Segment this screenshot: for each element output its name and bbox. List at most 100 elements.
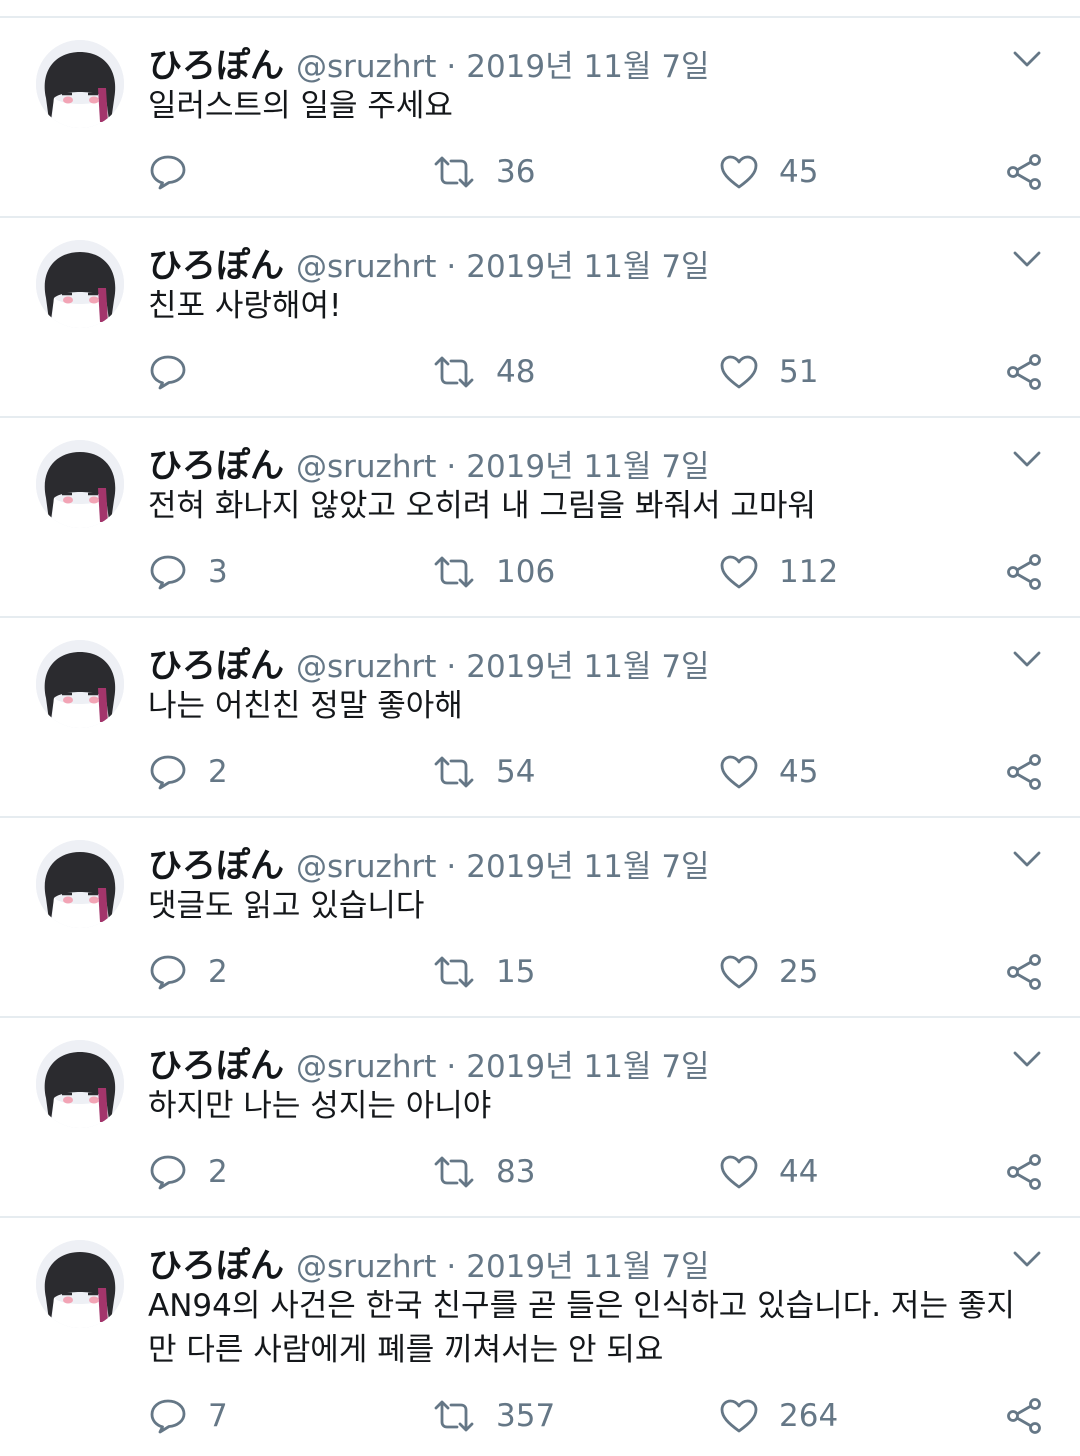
heart-icon — [719, 1152, 759, 1192]
tweet-header: ひろぽん @sruzhrt · 2019년 11월 7일 — [148, 438, 1000, 487]
share-icon — [1004, 952, 1044, 992]
user-handle[interactable]: @sruzhrt — [296, 849, 436, 885]
heart-icon — [719, 752, 759, 792]
avatar[interactable] — [36, 240, 124, 328]
tweet[interactable]: ひろぽん @sruzhrt · 2019년 11월 7일 AN94의 사건은 한… — [0, 1218, 1080, 1456]
retweet-button[interactable]: 106 — [432, 548, 555, 596]
chevron-down-icon[interactable] — [1012, 48, 1042, 70]
avatar[interactable] — [36, 440, 124, 528]
share-button[interactable] — [1004, 748, 1044, 796]
timestamp[interactable]: 2019년 11월 7일 — [466, 641, 709, 686]
chevron-down-icon[interactable] — [1012, 648, 1042, 670]
tweet-header: ひろぽん @sruzhrt · 2019년 11월 7일 — [148, 1038, 1000, 1087]
tweet-actions: 48 51 — [0, 348, 1080, 396]
display-name[interactable]: ひろぽん — [148, 638, 284, 687]
retweet-icon — [432, 1396, 476, 1436]
tweet-header: ひろぽん @sruzhrt · 2019년 11월 7일 — [148, 638, 1000, 687]
retweet-button[interactable]: 83 — [432, 1148, 535, 1196]
display-name[interactable]: ひろぽん — [148, 838, 284, 887]
reply-button[interactable]: 2 — [148, 748, 228, 796]
timestamp[interactable]: 2019년 11월 7일 — [466, 841, 709, 886]
chevron-down-icon[interactable] — [1012, 248, 1042, 270]
reply-button[interactable]: 7 — [148, 1392, 228, 1440]
tweet-text: 하지만 나는 성지는 아니야 — [148, 1088, 492, 1124]
reply-count: 2 — [208, 954, 228, 990]
separator: · — [446, 249, 457, 285]
avatar[interactable] — [36, 40, 124, 128]
user-handle[interactable]: @sruzhrt — [296, 649, 436, 685]
display-name[interactable]: ひろぽん — [148, 1238, 284, 1287]
display-name[interactable]: ひろぽん — [148, 238, 284, 287]
share-button[interactable] — [1004, 148, 1044, 196]
avatar[interactable] — [36, 1040, 124, 1128]
reply-button[interactable]: 3 — [148, 548, 228, 596]
reply-button[interactable]: 2 — [148, 1148, 228, 1196]
avatar[interactable] — [36, 640, 124, 728]
share-button[interactable] — [1004, 1392, 1044, 1440]
share-button[interactable] — [1004, 948, 1044, 996]
user-handle[interactable]: @sruzhrt — [296, 249, 436, 285]
user-handle[interactable]: @sruzhrt — [296, 1249, 436, 1285]
tweet[interactable]: ひろぽん @sruzhrt · 2019년 11월 7일 하지만 나는 성지는 … — [0, 1018, 1080, 1218]
timestamp[interactable]: 2019년 11월 7일 — [466, 1041, 709, 1086]
tweet-text: 전혀 화나지 않았고 오히려 내 그림을 봐줘서 고마워 — [148, 488, 816, 524]
avatar[interactable] — [36, 1240, 124, 1328]
share-button[interactable] — [1004, 548, 1044, 596]
tweet-text: 친포 사랑해여! — [148, 288, 342, 324]
tweet-actions: 3 106 112 — [0, 548, 1080, 596]
reply-button[interactable] — [148, 148, 208, 196]
heart-icon — [719, 552, 759, 592]
display-name[interactable]: ひろぽん — [148, 1038, 284, 1087]
retweet-count: 54 — [496, 754, 536, 790]
avatar[interactable] — [36, 840, 124, 928]
heart-icon — [719, 352, 759, 392]
like-button[interactable]: 44 — [719, 1148, 818, 1196]
like-button[interactable]: 25 — [719, 948, 818, 996]
timestamp[interactable]: 2019년 11월 7일 — [466, 441, 709, 486]
like-button[interactable]: 51 — [719, 348, 818, 396]
heart-icon — [719, 1396, 759, 1436]
user-handle[interactable]: @sruzhrt — [296, 1049, 436, 1085]
retweet-button[interactable]: 357 — [432, 1392, 555, 1440]
tweet[interactable]: ひろぽん @sruzhrt · 2019년 11월 7일 나는 어친친 정말 좋… — [0, 618, 1080, 818]
heart-icon — [719, 952, 759, 992]
like-button[interactable]: 264 — [719, 1392, 838, 1440]
like-button[interactable]: 45 — [719, 148, 818, 196]
separator: · — [446, 1249, 457, 1285]
reply-count: 7 — [208, 1398, 228, 1434]
reply-icon — [148, 952, 188, 992]
retweet-icon — [432, 952, 476, 992]
timestamp[interactable]: 2019년 11월 7일 — [466, 1241, 709, 1286]
tweet[interactable]: ひろぽん @sruzhrt · 2019년 11월 7일 일러스트의 일을 주세… — [0, 18, 1080, 218]
share-icon — [1004, 352, 1044, 392]
timestamp[interactable]: 2019년 11월 7일 — [466, 241, 709, 286]
display-name[interactable]: ひろぽん — [148, 438, 284, 487]
tweet[interactable]: ひろぽん @sruzhrt · 2019년 11월 7일 전혀 화나지 않았고 … — [0, 418, 1080, 618]
chevron-down-icon[interactable] — [1012, 1048, 1042, 1070]
reply-icon — [148, 1396, 188, 1436]
tweet[interactable]: ひろぽん @sruzhrt · 2019년 11월 7일 친포 사랑해여! 48… — [0, 218, 1080, 418]
retweet-icon — [432, 152, 476, 192]
retweet-button[interactable]: 48 — [432, 348, 535, 396]
timestamp[interactable]: 2019년 11월 7일 — [466, 41, 709, 86]
retweet-button[interactable]: 15 — [432, 948, 535, 996]
reply-button[interactable] — [148, 348, 208, 396]
reply-button[interactable]: 2 — [148, 948, 228, 996]
chevron-down-icon[interactable] — [1012, 1248, 1042, 1270]
tweet[interactable]: ひろぽん @sruzhrt · 2019년 11월 7일 댓글도 읽고 있습니다… — [0, 818, 1080, 1018]
like-button[interactable]: 45 — [719, 748, 818, 796]
tweet-actions: 2 83 44 — [0, 1148, 1080, 1196]
user-handle[interactable]: @sruzhrt — [296, 49, 436, 85]
reply-icon — [148, 1152, 188, 1192]
display-name[interactable]: ひろぽん — [148, 38, 284, 87]
retweet-button[interactable]: 36 — [432, 148, 535, 196]
chevron-down-icon[interactable] — [1012, 848, 1042, 870]
retweet-button[interactable]: 54 — [432, 748, 535, 796]
like-button[interactable]: 112 — [719, 548, 838, 596]
like-count: 264 — [779, 1398, 839, 1434]
share-button[interactable] — [1004, 348, 1044, 396]
share-button[interactable] — [1004, 1148, 1044, 1196]
separator: · — [446, 649, 457, 685]
user-handle[interactable]: @sruzhrt — [296, 449, 436, 485]
chevron-down-icon[interactable] — [1012, 448, 1042, 470]
